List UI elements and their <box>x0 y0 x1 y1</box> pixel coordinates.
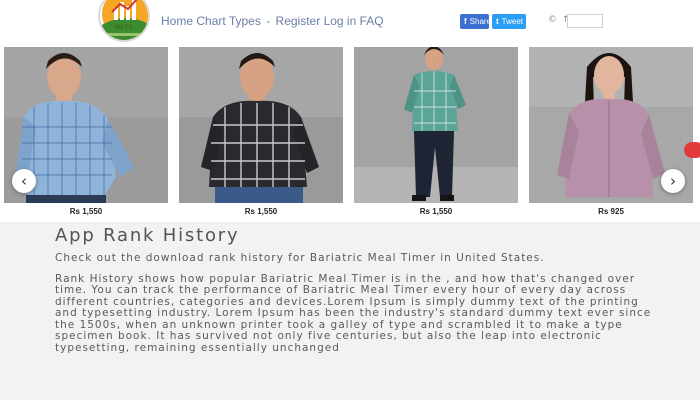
twitter-icon: t <box>496 17 499 26</box>
twitter-tweet-button[interactable]: t Tweet <box>492 14 526 29</box>
carousel-prev-button[interactable]: ‹ <box>12 169 36 193</box>
nav-register[interactable]: Register <box>276 14 321 28</box>
logo-text: META <box>114 25 134 31</box>
facebook-share-label: Share <box>469 17 492 26</box>
side-promo-badge[interactable] <box>684 142 700 158</box>
product-photo[interactable] <box>354 47 518 203</box>
product-card[interactable]: Rs 925 <box>529 47 693 222</box>
product-price: Rs 1,550 <box>69 207 103 216</box>
product-price: Rs 925 <box>598 207 624 216</box>
header-search-input[interactable] <box>567 14 603 28</box>
chevron-right-icon: › <box>670 171 676 190</box>
twitter-tweet-label: Tweet <box>501 17 524 26</box>
facebook-share-button[interactable]: f Share <box>460 14 492 29</box>
article-intro: Check out the download rank history for … <box>55 252 545 264</box>
nav-login[interactable]: Log in <box>324 14 357 28</box>
site-logo[interactable]: META <box>98 0 150 42</box>
logo-underline <box>104 33 144 36</box>
product-price: Rs 1,550 <box>244 207 278 216</box>
nav-separator: - <box>266 14 271 28</box>
article-section: App Rank History Check out the download … <box>55 224 655 354</box>
nav-faq[interactable]: FAQ <box>360 14 384 28</box>
article-body: Rank History shows how popular Bariatric… <box>55 272 652 354</box>
page-title: App Rank History <box>55 225 240 246</box>
carousel-next-button[interactable]: › <box>661 169 685 193</box>
facebook-icon: f <box>464 17 467 26</box>
nav-home[interactable]: Home <box>161 14 193 28</box>
product-price: Rs 1,550 <box>419 207 453 216</box>
nav-chart-types[interactable]: Chart Types <box>196 14 260 28</box>
product-card[interactable]: Rs 1,550 <box>179 47 343 222</box>
product-photo[interactable] <box>179 47 343 203</box>
site-header: META Home Chart Types - Register Log in … <box>0 0 700 47</box>
chevron-left-icon: ‹ <box>21 171 27 190</box>
product-card[interactable]: Rs 1,550 <box>354 47 518 222</box>
product-card[interactable]: Rs 1,550 <box>4 47 168 222</box>
product-carousel: Rs 1,550 Rs 1,550 Rs 1,550 Rs 925 ‹ › <box>0 46 700 222</box>
main-nav: Home Chart Types - Register Log in FAQ <box>161 14 384 28</box>
